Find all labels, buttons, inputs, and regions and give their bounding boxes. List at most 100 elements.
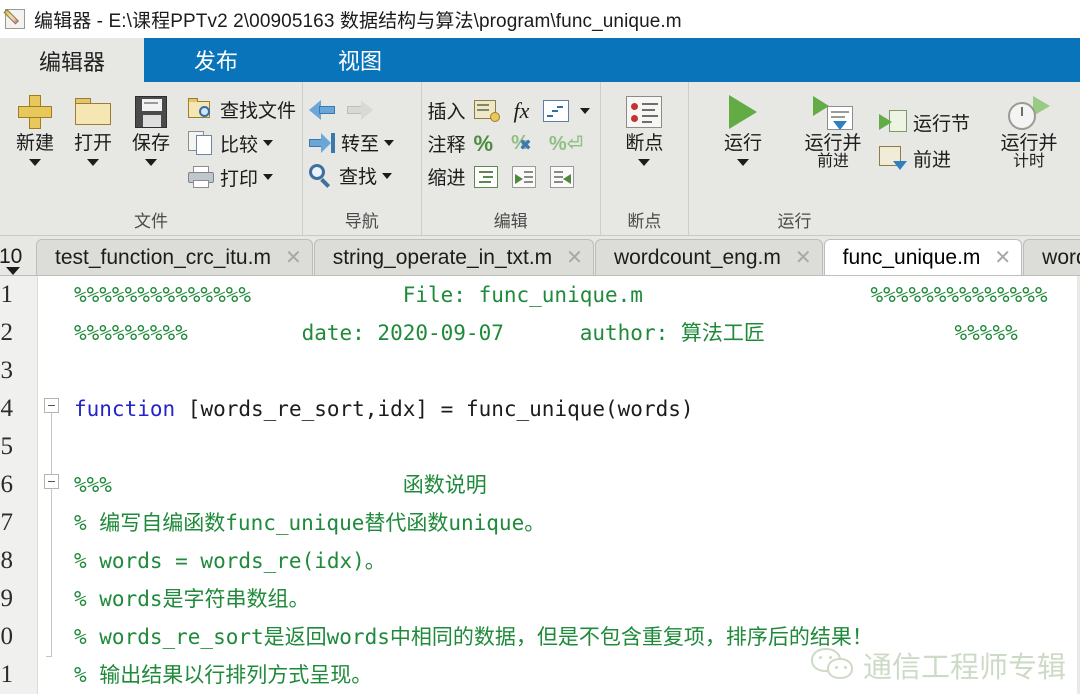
chevron-down-icon[interactable] [87, 158, 99, 166]
line-number: 8 [0, 547, 14, 574]
ribbon-group-file: 新建 打开 保存 查找文件 比较 打印 文件 [0, 82, 302, 235]
line-number: 6 [0, 471, 14, 498]
zoom-level-chip[interactable]: -10 [0, 239, 36, 275]
ribbon-group-breakpoints: 断点 断点 [599, 82, 688, 235]
line-number: 7 [0, 509, 14, 536]
compare-icon [188, 131, 214, 155]
fold-toggle-function[interactable] [44, 398, 59, 413]
line-number: 0 [0, 623, 14, 650]
search-icon [309, 163, 333, 188]
open-folder-icon [71, 90, 115, 134]
line-number: 1 [0, 661, 14, 688]
line-number-gutter: 1 2 3 4 5 6 7 8 9 0 1 [0, 276, 38, 694]
comment-button[interactable]: 注释 % % ✖ %⏎ [428, 127, 591, 160]
close-icon[interactable]: ✕ [285, 248, 302, 268]
run-and-time-button[interactable]: 运行并 计时 [984, 86, 1074, 171]
document-tab-overflow[interactable]: word [1023, 239, 1080, 275]
chevron-down-icon[interactable] [736, 158, 749, 166]
code-line: % words_re_sort是返回words中相同的数据，但是不包含重复项，排… [74, 625, 873, 649]
chevron-down-icon[interactable] [263, 174, 274, 180]
chevron-down-icon[interactable] [29, 158, 41, 166]
code-editor[interactable]: 1 2 3 4 5 6 7 8 9 0 1 %%%%%%%%%%%%%% Fil… [0, 276, 1080, 694]
chevron-down-icon[interactable] [6, 267, 20, 275]
find-button[interactable]: 查找 [309, 159, 394, 192]
code-line: function [words_re_sort,idx] = func_uniq… [74, 397, 694, 421]
code-line: %%% 函数说明 [74, 473, 487, 497]
save-button[interactable]: 保存 [122, 86, 180, 166]
comment-percent-icon[interactable]: % [474, 131, 494, 157]
run-section-button[interactable]: 运行节 [878, 104, 970, 140]
indent-right-icon[interactable] [511, 165, 536, 188]
document-tab-test-function-crc-itu[interactable]: test_function_crc_itu.m ✕ [36, 239, 313, 275]
function-chart-icon[interactable] [543, 99, 570, 122]
document-tab-string-operate-in-txt[interactable]: string_operate_in_txt.m ✕ [313, 239, 594, 275]
line-number: 9 [0, 585, 14, 612]
run-and-advance-icon [811, 90, 855, 134]
line-number: 4 [0, 395, 14, 422]
chevron-down-icon[interactable] [638, 158, 651, 166]
find-files-button[interactable]: 查找文件 [188, 92, 296, 126]
close-icon[interactable]: ✕ [795, 248, 812, 268]
ribbon-tab-bar: 编辑器 发布 视图 [0, 38, 1080, 82]
document-tab-func-unique[interactable]: func_unique.m ✕ [823, 239, 1023, 275]
breakpoints-button[interactable]: 断点 [613, 86, 675, 166]
insert-button[interactable]: 插入 fx [428, 94, 591, 127]
group-label-file: 文件 [134, 212, 168, 231]
run-and-advance-button[interactable]: 运行并 前进 [791, 86, 875, 171]
back-arrow-icon[interactable] [309, 100, 337, 120]
code-line: % words = words_re(idx)。 [74, 549, 386, 573]
print-icon [188, 166, 214, 188]
indent-left-icon[interactable] [549, 165, 574, 188]
print-button[interactable]: 打印 [188, 160, 296, 194]
advance-button[interactable]: 前进 [878, 140, 970, 176]
chevron-down-icon[interactable] [384, 139, 395, 146]
editor-pencil-icon [3, 7, 28, 31]
ribbon-toolbar: 新建 打开 保存 查找文件 比较 打印 文件 转至 查找 导航 插入 fx 注释… [0, 82, 1080, 236]
code-content[interactable]: %%%%%%%%%%%%%% File: func_unique.m %%%%%… [68, 276, 1080, 694]
run-button[interactable]: 运行 [695, 86, 791, 166]
ribbon-group-navigate: 转至 查找 导航 [302, 82, 421, 235]
run-and-time-label-2: 计时 [1013, 152, 1045, 170]
run-and-advance-label-1: 运行并 [804, 133, 862, 154]
run-and-time-label-1: 运行并 [1000, 133, 1058, 154]
title-bar: 编辑器 - E:\课程PPTv2 2\00905163 数据结构与算法\prog… [0, 0, 1080, 38]
advance-icon [878, 146, 907, 170]
smart-indent-icon[interactable] [473, 165, 498, 188]
ribbon-tab-publish[interactable]: 发布 [144, 38, 288, 82]
forward-arrow-icon[interactable] [345, 100, 373, 120]
new-plus-icon [13, 90, 57, 134]
ribbon-tab-view[interactable]: 视图 [288, 38, 432, 82]
close-icon[interactable]: ✕ [994, 248, 1011, 268]
matlab-editor-window: 编辑器 - E:\课程PPTv2 2\00905163 数据结构与算法\prog… [0, 0, 1080, 694]
code-line: %%%%%%%%% date: 2020-09-07 author: 算法工匠 … [74, 321, 1018, 345]
chevron-down-icon[interactable] [263, 140, 274, 146]
find-files-icon [188, 98, 214, 120]
code-line: % 输出结果以行排列方式呈现。 [74, 663, 373, 687]
group-label-run: 运行 [777, 212, 812, 231]
uncomment-percent-icon[interactable]: % ✖ [511, 132, 532, 155]
goto-button[interactable]: 转至 [309, 126, 395, 159]
line-number: 3 [0, 357, 14, 384]
chevron-down-icon[interactable] [382, 172, 393, 179]
wrap-comment-icon[interactable]: %⏎ [549, 131, 584, 156]
code-folding-column [38, 276, 68, 694]
chevron-down-icon[interactable] [580, 107, 591, 114]
ribbon-group-edit: 插入 fx 注释 % % ✖ %⏎ 缩进 编辑 [420, 82, 600, 235]
breakpoint-icon [622, 90, 666, 134]
group-label-navigate: 导航 [344, 212, 379, 231]
indent-button[interactable]: 缩进 [428, 160, 591, 193]
group-label-edit: 编辑 [493, 212, 528, 231]
open-button[interactable]: 打开 [64, 86, 122, 166]
fx-icon[interactable]: fx [514, 98, 530, 124]
ribbon-group-run: 运行 运行并 前进 运行节 前进 运行并 计时 运行 [687, 82, 1080, 235]
document-tab-wordcount-eng[interactable]: wordcount_eng.m ✕ [594, 239, 823, 275]
new-button[interactable]: 新建 [6, 86, 64, 166]
chevron-down-icon[interactable] [145, 158, 157, 166]
insert-block-icon[interactable] [473, 99, 500, 122]
fold-toggle-section[interactable] [44, 474, 59, 489]
close-icon[interactable]: ✕ [566, 248, 583, 268]
compare-button[interactable]: 比较 [188, 126, 296, 160]
ribbon-tab-editor[interactable]: 编辑器 [0, 38, 144, 82]
